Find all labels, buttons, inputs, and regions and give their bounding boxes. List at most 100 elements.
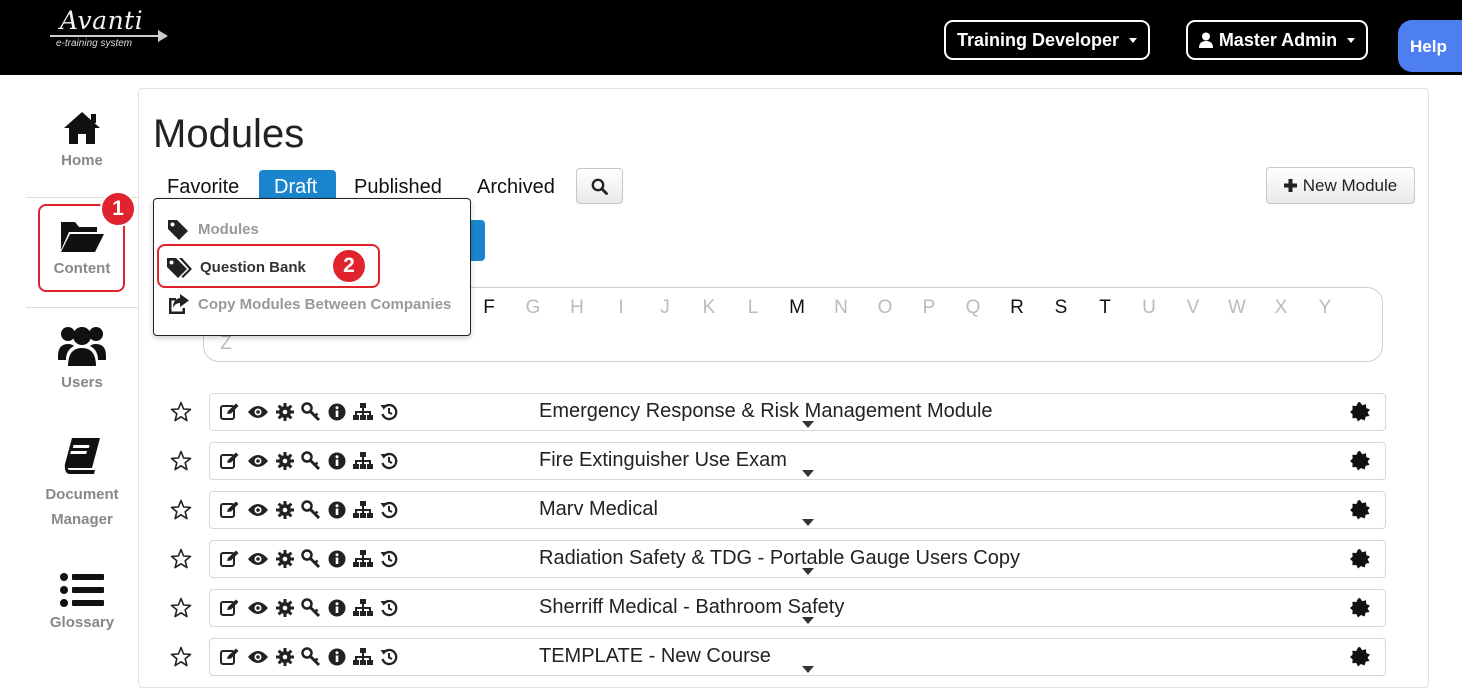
avanti-logo[interactable]: Avanti e-training system <box>50 6 180 56</box>
info-icon[interactable] <box>328 403 346 421</box>
gear-icon[interactable] <box>276 403 294 421</box>
history-icon[interactable] <box>380 501 398 519</box>
letter-filter[interactable]: H <box>567 297 587 319</box>
letter-filter[interactable]: G <box>523 297 543 319</box>
key-icon[interactable] <box>301 451 321 471</box>
caret-down-icon[interactable] <box>802 568 814 575</box>
eye-icon[interactable] <box>247 551 269 567</box>
sitemap-icon[interactable] <box>353 452 373 470</box>
eye-icon[interactable] <box>247 649 269 665</box>
caret-down-icon[interactable] <box>802 421 814 428</box>
info-icon[interactable] <box>328 550 346 568</box>
eye-icon[interactable] <box>247 600 269 616</box>
letter-filter[interactable]: M <box>787 297 807 319</box>
users-icon <box>58 327 106 366</box>
history-icon[interactable] <box>380 452 398 470</box>
dropdown-item-copy-modules[interactable]: Copy Modules Between Companies <box>166 293 451 315</box>
letter-filter[interactable]: J <box>655 297 675 319</box>
info-icon[interactable] <box>328 648 346 666</box>
sitemap-icon[interactable] <box>353 403 373 421</box>
caret-down-icon[interactable] <box>802 519 814 526</box>
gear-icon[interactable] <box>276 648 294 666</box>
key-icon[interactable] <box>301 549 321 569</box>
letter-filter[interactable]: X <box>1271 297 1291 319</box>
sitemap-icon[interactable] <box>353 599 373 617</box>
letter-filter[interactable]: Q <box>963 297 983 319</box>
history-icon[interactable] <box>380 648 398 666</box>
key-icon[interactable] <box>301 647 321 667</box>
edit-icon[interactable] <box>220 550 240 568</box>
sidebar-item-home[interactable]: Home <box>28 110 136 169</box>
letter-filter[interactable]: V <box>1183 297 1203 319</box>
edit-icon[interactable] <box>220 599 240 617</box>
key-icon[interactable] <box>301 402 321 422</box>
sitemap-icon[interactable] <box>353 648 373 666</box>
letter-filter[interactable]: T <box>1095 297 1115 319</box>
favorite-star-icon[interactable] <box>170 401 192 423</box>
key-icon[interactable] <box>301 500 321 520</box>
sidebar-item-document-manager[interactable]: Document Manager <box>28 436 136 532</box>
caret-down-icon[interactable] <box>802 470 814 477</box>
letter-filter[interactable]: I <box>611 297 631 319</box>
key-icon[interactable] <box>301 598 321 618</box>
role-dropdown-button[interactable]: Training Developer <box>944 20 1150 60</box>
logo-arrow-icon <box>158 30 168 42</box>
favorite-star-icon[interactable] <box>170 499 192 521</box>
eye-icon[interactable] <box>247 453 269 469</box>
caret-down-icon[interactable] <box>802 617 814 624</box>
info-icon[interactable] <box>328 501 346 519</box>
history-icon[interactable] <box>380 550 398 568</box>
certificate-icon <box>1350 549 1370 574</box>
edit-icon[interactable] <box>220 403 240 421</box>
letter-filter[interactable]: L <box>743 297 763 319</box>
letter-filter[interactable]: N <box>831 297 851 319</box>
sidebar-item-glossary[interactable]: Glossary <box>28 572 136 631</box>
letter-filter[interactable]: P <box>919 297 939 319</box>
favorite-star-icon[interactable] <box>170 548 192 570</box>
eye-icon[interactable] <box>247 404 269 420</box>
gear-icon[interactable] <box>276 452 294 470</box>
module-title[interactable]: Fire Extinguisher Use Exam <box>539 449 787 472</box>
eye-icon[interactable] <box>247 502 269 518</box>
certificate-icon <box>1350 598 1370 623</box>
favorite-star-icon[interactable] <box>170 646 192 668</box>
letter-filter[interactable]: F <box>479 297 499 319</box>
letter-filter[interactable]: S <box>1051 297 1071 319</box>
module-title[interactable]: Marv Medical <box>539 498 658 521</box>
info-icon[interactable] <box>328 599 346 617</box>
edit-icon[interactable] <box>220 452 240 470</box>
module-title[interactable]: TEMPLATE - New Course <box>539 645 771 668</box>
sitemap-icon[interactable] <box>353 501 373 519</box>
history-icon[interactable] <box>380 403 398 421</box>
tab-archived[interactable]: Archived <box>469 170 563 206</box>
history-icon[interactable] <box>380 599 398 617</box>
gear-icon[interactable] <box>276 550 294 568</box>
edit-icon[interactable] <box>220 501 240 519</box>
letter-filter[interactable]: K <box>699 297 719 319</box>
user-dropdown-button[interactable]: Master Admin <box>1186 20 1368 60</box>
edit-icon[interactable] <box>220 648 240 666</box>
sitemap-icon[interactable] <box>353 550 373 568</box>
letter-filter[interactable]: O <box>875 297 895 319</box>
letter-filter[interactable]: R <box>1007 297 1027 319</box>
letter-filter[interactable]: Y <box>1315 297 1335 319</box>
gear-icon[interactable] <box>276 501 294 519</box>
hidden-button-edge[interactable] <box>470 220 485 261</box>
letter-filter[interactable]: Z <box>216 333 236 355</box>
dropdown-item-modules[interactable]: Modules <box>166 218 259 240</box>
sidebar-item-users[interactable]: Users <box>28 322 136 391</box>
letter-filter[interactable]: U <box>1139 297 1159 319</box>
module-title[interactable]: Sherriff Medical - Bathroom Safety <box>539 596 844 619</box>
letter-filter[interactable]: W <box>1227 297 1247 319</box>
search-button[interactable] <box>576 168 623 204</box>
info-icon[interactable] <box>328 452 346 470</box>
new-module-button[interactable]: New Module <box>1266 167 1415 204</box>
plus-icon <box>1283 179 1297 192</box>
favorite-star-icon[interactable] <box>170 450 192 472</box>
module-title[interactable]: Radiation Safety & TDG - Portable Gauge … <box>539 547 1020 570</box>
help-button[interactable]: Help <box>1398 20 1462 72</box>
module-title[interactable]: Emergency Response & Risk Management Mod… <box>539 400 993 423</box>
gear-icon[interactable] <box>276 599 294 617</box>
sidebar-item-label: Document Manager <box>45 486 119 528</box>
favorite-star-icon[interactable] <box>170 597 192 619</box>
